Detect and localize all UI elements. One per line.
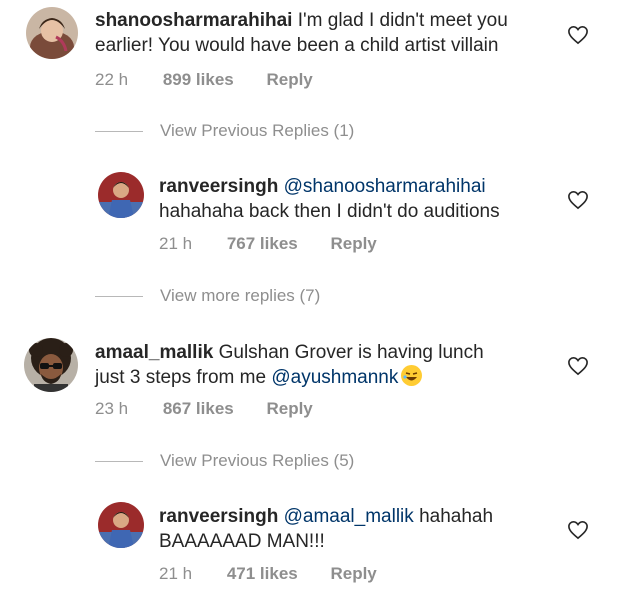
view-more-replies-button[interactable]: View more replies (7) <box>95 286 320 306</box>
likes-count[interactable]: 867 likes <box>163 399 234 419</box>
woman-avatar-icon[interactable] <box>26 7 78 59</box>
comment-text: earlier! You would have been a child art… <box>95 35 499 56</box>
view-previous-replies-button[interactable]: View Previous Replies (5) <box>95 451 354 471</box>
comment-meta: 21 h 471 likes Reply <box>159 564 377 584</box>
mention-link[interactable]: @ayushmannk <box>271 367 398 388</box>
divider-line <box>95 461 143 463</box>
comment-meta: 22 h 899 likes Reply <box>95 70 313 90</box>
comment-meta: 21 h 767 likes Reply <box>159 234 377 254</box>
rolling-on-floor-laughing-emoji <box>401 365 423 386</box>
likes-count[interactable]: 899 likes <box>163 70 234 90</box>
likes-count[interactable]: 471 likes <box>227 564 298 584</box>
curly-hair-avatar-icon[interactable] <box>24 338 78 392</box>
mention-link[interactable]: @shanoosharmarahihai <box>284 176 486 197</box>
comment-time: 21 h <box>159 564 193 583</box>
view-replies-label[interactable]: View Previous Replies (1) <box>160 121 354 140</box>
comment-time: 23 h <box>95 399 129 418</box>
reply-button[interactable]: Reply <box>266 70 312 90</box>
heart-icon[interactable] <box>567 520 589 540</box>
comment-time: 21 h <box>159 234 193 253</box>
comment-username[interactable]: ranveersingh <box>159 506 278 527</box>
comment-text: hahahaha back then I didn't do auditions <box>159 201 500 222</box>
view-replies-label[interactable]: View more replies (7) <box>160 286 320 305</box>
comment-text: Gulshan Grover is having lunch <box>218 342 484 363</box>
heart-icon[interactable] <box>567 25 589 45</box>
divider-line <box>95 296 143 298</box>
heart-icon[interactable] <box>567 356 589 376</box>
comment-meta: 23 h 867 likes Reply <box>95 399 313 419</box>
comment-text: just 3 steps from me <box>95 367 267 388</box>
comment-username[interactable]: ranveersingh <box>159 176 278 197</box>
reply-button[interactable]: Reply <box>266 399 312 419</box>
comment-time: 22 h <box>95 70 129 89</box>
divider-line <box>95 131 143 133</box>
man-avatar-icon[interactable] <box>98 172 144 218</box>
comment-text: BAAAAAAD MAN!!! <box>159 531 325 552</box>
man-avatar-icon[interactable] <box>98 502 144 548</box>
comment-username[interactable]: amaal_mallik <box>95 342 213 363</box>
reply-button[interactable]: Reply <box>330 234 376 254</box>
view-previous-replies-button[interactable]: View Previous Replies (1) <box>95 121 354 141</box>
comment-username[interactable]: shanoosharmarahihai <box>95 10 292 31</box>
heart-icon[interactable] <box>567 190 589 210</box>
likes-count[interactable]: 767 likes <box>227 234 298 254</box>
mention-link[interactable]: @amaal_mallik <box>284 506 414 527</box>
comment-text: hahahah <box>419 506 494 527</box>
comment-text: I'm glad I didn't meet you <box>297 10 508 31</box>
view-replies-label[interactable]: View Previous Replies (5) <box>160 451 354 470</box>
reply-button[interactable]: Reply <box>330 564 376 584</box>
